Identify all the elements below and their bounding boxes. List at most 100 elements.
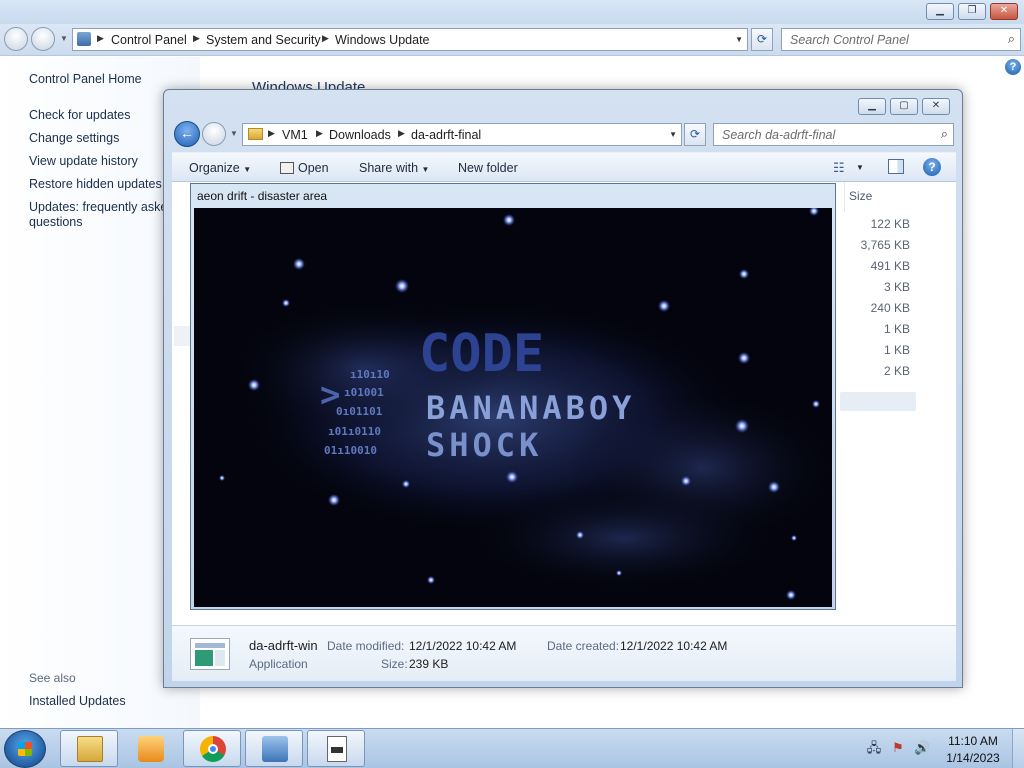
game-window[interactable]: aeon drift - disaster area CODE BANANABO…	[190, 183, 836, 610]
breadcrumb-da-adrft-final[interactable]: da-adrft-final	[411, 128, 481, 142]
chevron-down-icon: ▼	[243, 165, 252, 174]
date-modified-value: 12/1/2022 10:42 AM	[409, 639, 517, 653]
forward-button[interactable]	[31, 27, 55, 51]
start-button[interactable]	[4, 730, 46, 768]
network-icon[interactable]: 🖧	[866, 740, 882, 756]
chrome-icon	[200, 736, 226, 762]
back-button[interactable]: ←	[174, 121, 200, 147]
control-panel-icon	[77, 32, 91, 46]
game-window-title: aeon drift - disaster area	[197, 189, 328, 203]
breadcrumb-separator-icon: ▶	[268, 128, 275, 138]
details-pane: da-adrft-win Application Date modified: …	[172, 625, 956, 681]
help-icon[interactable]: ?	[1005, 59, 1021, 75]
organize-menu[interactable]: Organize ▼	[189, 161, 251, 175]
restore-button[interactable]: ❐	[958, 3, 986, 20]
file-size[interactable]: 240 KB	[830, 301, 910, 315]
sidebar-change-settings[interactable]: Change settings	[29, 131, 119, 145]
sidebar-installed-updates[interactable]: Installed Updates	[29, 694, 126, 708]
breadcrumb-separator-icon: ▶	[316, 128, 323, 138]
selected-row-highlight	[840, 392, 916, 411]
recent-pages-chevron-icon[interactable]: ▼	[60, 34, 68, 43]
file-size[interactable]: 122 KB	[830, 217, 910, 231]
clock-time[interactable]: 11:10 AM	[940, 734, 1006, 748]
application-thumbnail-icon	[190, 638, 230, 670]
file-size[interactable]: 1 KB	[830, 343, 910, 357]
sidebar-restore-hidden[interactable]: Restore hidden updates	[29, 177, 162, 191]
search-icon[interactable]: ⌕	[1008, 31, 1015, 47]
row-stub	[174, 326, 190, 346]
sidebar-home-link[interactable]: Control Panel Home	[29, 72, 142, 86]
sidebar-faq-line1[interactable]: Updates: frequently asked	[29, 200, 174, 214]
minimize-button[interactable]: ▁	[926, 3, 954, 20]
views-dropdown-icon[interactable]: ▼	[856, 163, 864, 172]
address-bar[interactable]: ▶ VM1 ▶ Downloads ▶ da-adrft-final ▼	[242, 123, 682, 146]
control-panel-navbar: ▼ ▶ Control Panel ▶ System and Security …	[0, 24, 1024, 56]
address-dropdown-icon[interactable]: ▼	[735, 35, 743, 44]
search-input[interactable]: Search da-adrft-final ⌕	[713, 123, 954, 146]
size-column-header[interactable]: Size	[849, 189, 872, 203]
forward-button[interactable]	[202, 122, 226, 146]
file-size[interactable]: 1 KB	[830, 322, 910, 336]
taskbar-media-player[interactable]	[121, 730, 179, 767]
breadcrumb-vm1[interactable]: VM1	[282, 128, 308, 142]
show-desktop-button[interactable]	[1012, 729, 1024, 768]
game-canvas[interactable]: CODE BANANABOY SHOCK > ı10ı10 ı01001 0ı0…	[194, 208, 832, 607]
sidebar-check-updates[interactable]: Check for updates	[29, 108, 130, 122]
file-size[interactable]: 3 KB	[830, 280, 910, 294]
taskbar-game[interactable]	[307, 730, 365, 767]
breadcrumb-windows-update[interactable]: Windows Update	[335, 33, 430, 47]
game-scene: CODE BANANABOY SHOCK > ı10ı10 ı01001 0ı0…	[194, 208, 832, 607]
maximize-button[interactable]: ▢	[890, 98, 918, 115]
logo-binary-line: 0ı01101	[336, 405, 383, 418]
nebula	[464, 483, 784, 593]
column-divider	[844, 182, 845, 212]
date-created-value: 12/1/2022 10:42 AM	[620, 639, 728, 653]
address-bar[interactable]: ▶ Control Panel ▶ System and Security ▶ …	[72, 28, 748, 51]
search-placeholder: Search da-adrft-final	[722, 128, 836, 142]
volume-icon[interactable]: 🔊	[914, 740, 930, 756]
breadcrumb-separator-icon: ▶	[322, 33, 329, 43]
refresh-button[interactable]: ⟳	[684, 123, 706, 146]
new-folder-button[interactable]: New folder	[458, 161, 518, 175]
recent-pages-chevron-icon[interactable]: ▼	[230, 129, 238, 138]
preview-pane-icon[interactable]	[888, 159, 904, 174]
back-button[interactable]	[4, 27, 28, 51]
file-size[interactable]: 2 KB	[830, 364, 910, 378]
sidebar-faq-line2[interactable]: questions	[29, 215, 83, 229]
taskbar-chrome[interactable]	[183, 730, 241, 767]
address-dropdown-icon[interactable]: ▼	[669, 130, 677, 139]
logo-bananaboy: BANANABOY	[426, 389, 635, 427]
folder-icon	[77, 736, 103, 762]
search-icon[interactable]: ⌕	[941, 126, 948, 142]
logo-binary-line: ı10ı10	[350, 368, 390, 381]
size-value: 239 KB	[409, 657, 449, 671]
explorer-toolbar: Organize ▼ Open Share with ▼ New folder …	[172, 152, 956, 182]
sidebar-view-history[interactable]: View update history	[29, 154, 138, 168]
help-icon[interactable]: ?	[923, 158, 941, 176]
application-icon	[280, 162, 294, 174]
file-size[interactable]: 491 KB	[830, 259, 910, 273]
breadcrumb-downloads[interactable]: Downloads	[329, 128, 391, 142]
clock-date[interactable]: 1/14/2023	[940, 751, 1006, 765]
minimize-button[interactable]: ▁	[858, 98, 886, 115]
breadcrumb-separator-icon: ▶	[193, 33, 200, 43]
breadcrumb-separator-icon: ▶	[398, 128, 405, 138]
file-size[interactable]: 3,765 KB	[830, 238, 910, 252]
taskbar-control-panel[interactable]	[245, 730, 303, 767]
share-with-menu[interactable]: Share with ▼	[359, 161, 429, 175]
application-icon	[327, 736, 347, 762]
action-center-flag-icon[interactable]: ⚑	[890, 740, 906, 756]
close-button[interactable]: ✕	[990, 3, 1018, 20]
date-created-label: Date created:	[547, 639, 620, 653]
taskbar-explorer[interactable]	[60, 730, 118, 767]
search-input[interactable]: Search Control Panel ⌕	[781, 28, 1021, 51]
close-button[interactable]: ✕	[922, 98, 950, 115]
breadcrumb-control-panel[interactable]: Control Panel	[111, 33, 187, 47]
open-button[interactable]: Open	[280, 161, 329, 175]
media-player-icon	[138, 736, 164, 762]
breadcrumb-system-security[interactable]: System and Security	[206, 33, 321, 47]
explorer-navbar: ← ▼ ▶ VM1 ▶ Downloads ▶ da-adrft-final ▼…	[172, 120, 956, 150]
refresh-button[interactable]: ⟳	[751, 28, 773, 51]
views-icon[interactable]: ☷	[833, 160, 845, 176]
chevron-down-icon: ▼	[421, 165, 430, 174]
